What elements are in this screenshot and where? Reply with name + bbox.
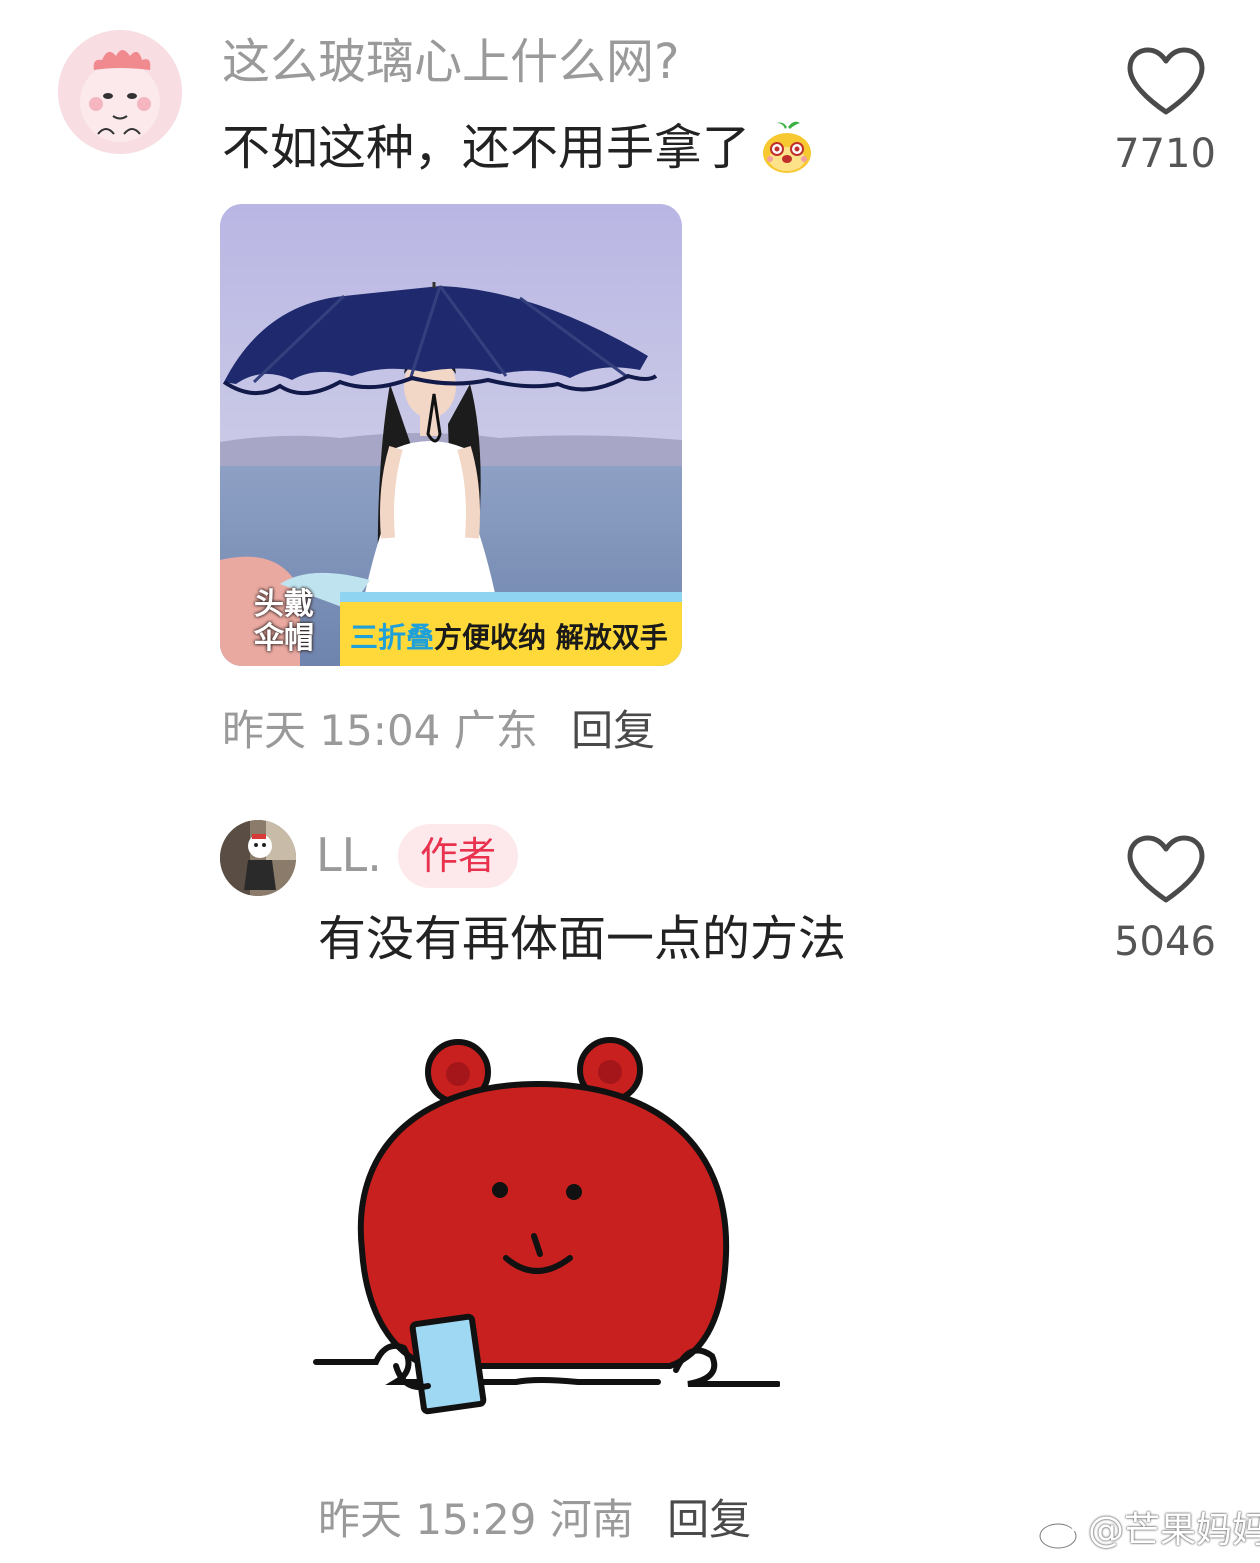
commenter-avatar[interactable] <box>58 30 182 154</box>
heart-outline-icon[interactable] <box>1126 834 1206 906</box>
image-banner: 三折叠方便收纳 解放双手 <box>350 616 668 660</box>
image-banner-highlight: 三折叠 <box>350 621 435 654</box>
like-count: 5046 <box>1114 919 1216 965</box>
reply-button[interactable]: 回复 <box>571 706 655 755</box>
reply-author-name[interactable]: LL. <box>316 826 382 884</box>
pink-cartoon-avatar-icon <box>58 30 182 154</box>
photo-avatar-icon <box>220 820 296 896</box>
author-badge: 作者 <box>398 824 518 888</box>
image-banner-text: 方便收纳 解放双手 <box>434 621 668 654</box>
weibo-logo-icon <box>1038 1517 1082 1550</box>
image-tag-line-1: 头戴 <box>254 587 314 622</box>
reply-body: 有没有再体面一点的方法 <box>318 911 847 967</box>
watermark: @芒果妈妈 <box>1036 1508 1260 1554</box>
comment-meta: 昨天 15:04 广东 回复 <box>222 703 655 759</box>
comment-location: 广东 <box>453 706 538 755</box>
reply-meta: 昨天 15:29 河南 回复 <box>318 1492 751 1548</box>
reply-button[interactable]: 回复 <box>667 1495 751 1544</box>
heart-outline-icon[interactable] <box>1126 46 1206 118</box>
watermark-text: @芒果妈妈 <box>1088 1510 1260 1551</box>
image-tag: 头戴 伞帽 <box>222 588 346 664</box>
reply-location: 河南 <box>549 1495 634 1544</box>
mango-face-emoji-icon <box>763 121 812 173</box>
like-count: 7710 <box>1114 131 1216 177</box>
red-bear-sticker[interactable] <box>310 1030 780 1420</box>
comment-quoted-question: 这么玻璃心上什么网? <box>222 34 680 90</box>
comment-body: 不如这种，还不用手拿了 <box>222 118 816 178</box>
reply-time: 昨天 15:29 <box>318 1495 537 1544</box>
image-tag-line-2: 伞帽 <box>254 621 314 656</box>
reply-author-avatar[interactable] <box>220 820 296 896</box>
comment-time: 昨天 15:04 <box>222 706 441 755</box>
comment-text: 不如这种，还不用手拿了 <box>222 120 751 176</box>
